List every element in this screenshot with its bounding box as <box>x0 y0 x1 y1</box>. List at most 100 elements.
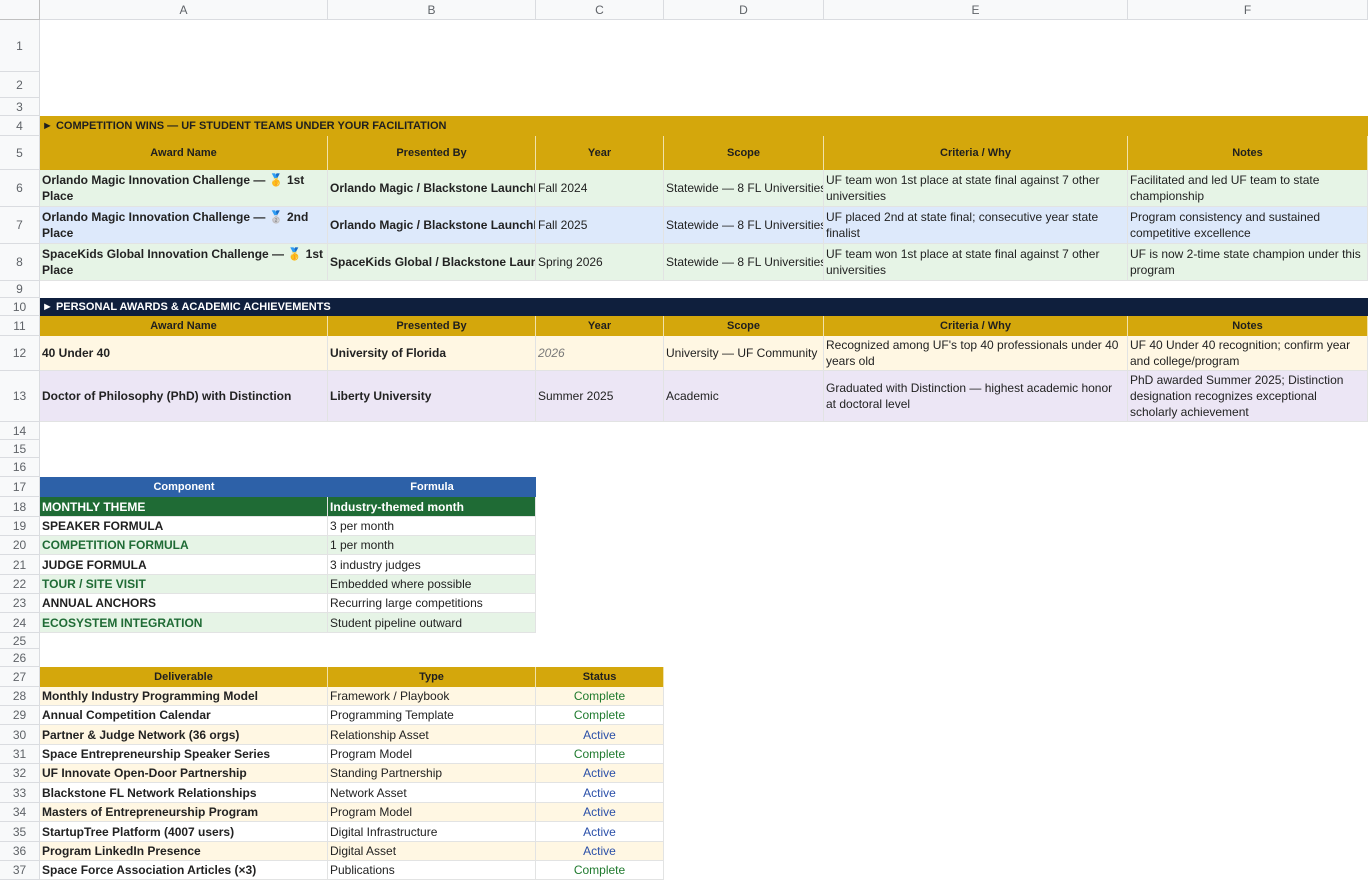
row-header-1[interactable]: 1 <box>0 20 40 72</box>
competition-cell[interactable]: Fall 2025 <box>536 207 664 244</box>
formula-cell[interactable]: MONTHLY THEME <box>40 497 328 517</box>
competition-cell[interactable]: Orlando Magic / Blackstone LaunchPad <box>328 207 536 244</box>
status-cell[interactable]: Active <box>536 842 664 861</box>
competition-cell[interactable]: Statewide — 8 FL Universities <box>664 207 824 244</box>
row-header-25[interactable]: 25 <box>0 633 40 649</box>
competition-cell[interactable]: Fall 2024 <box>536 170 664 207</box>
competition-cell[interactable]: Program consistency and sustained compet… <box>1128 207 1368 244</box>
row-header-10[interactable]: 10 <box>0 298 40 316</box>
deliverable-cell[interactable]: Standing Partnership <box>328 764 536 783</box>
competition-cell[interactable]: Orlando Magic / Blackstone LaunchPad <box>328 170 536 207</box>
competition-cell[interactable]: Orlando Magic Innovation Challenge — 🥈 2… <box>40 207 328 244</box>
row-header-30[interactable]: 30 <box>0 725 40 745</box>
competition-cell[interactable]: UF team won 1st place at state final aga… <box>824 170 1128 207</box>
deliverable-cell[interactable]: Space Force Association Articles (×3) <box>40 861 328 880</box>
formula-cell[interactable]: Industry-themed month <box>328 497 536 517</box>
competition-cell[interactable]: SpaceKids Global / Blackstone LaunchPad <box>328 244 536 281</box>
formula-cell[interactable]: 3 per month <box>328 517 536 536</box>
deliverable-cell[interactable]: Annual Competition Calendar <box>40 706 328 725</box>
row-header-34[interactable]: 34 <box>0 803 40 822</box>
competition-cell[interactable]: UF placed 2nd at state final; consecutiv… <box>824 207 1128 244</box>
deliverable-cell[interactable]: StartupTree Platform (4007 users) <box>40 822 328 842</box>
competition-cell[interactable]: UF team won 1st place at state final aga… <box>824 244 1128 281</box>
row-header-7[interactable]: 7 <box>0 207 40 244</box>
row-header-35[interactable]: 35 <box>0 822 40 842</box>
status-cell[interactable]: Complete <box>536 745 664 764</box>
row-header-6[interactable]: 6 <box>0 170 40 207</box>
column-header-d[interactable]: D <box>664 0 824 20</box>
row-header-5[interactable]: 5 <box>0 136 40 170</box>
deliverable-cell[interactable]: Space Entrepreneurship Speaker Series <box>40 745 328 764</box>
deliverable-cell[interactable]: Digital Infrastructure <box>328 822 536 842</box>
row-header-16[interactable]: 16 <box>0 458 40 477</box>
personal-cell[interactable]: Graduated with Distinction — highest aca… <box>824 371 1128 422</box>
row-header-28[interactable]: 28 <box>0 687 40 706</box>
row-header-3[interactable]: 3 <box>0 98 40 116</box>
column-header-a[interactable]: A <box>40 0 328 20</box>
personal-cell[interactable]: 2026 <box>536 336 664 371</box>
row-header-17[interactable]: 17 <box>0 477 40 497</box>
personal-cell[interactable]: Academic <box>664 371 824 422</box>
formula-cell[interactable]: JUDGE FORMULA <box>40 555 328 575</box>
row-header-29[interactable]: 29 <box>0 706 40 725</box>
status-cell[interactable]: Active <box>536 725 664 745</box>
row-header-33[interactable]: 33 <box>0 783 40 803</box>
deliverable-cell[interactable]: Partner & Judge Network (36 orgs) <box>40 725 328 745</box>
deliverable-cell[interactable]: Blackstone FL Network Relationships <box>40 783 328 803</box>
status-cell[interactable]: Active <box>536 822 664 842</box>
competition-cell[interactable]: SpaceKids Global Innovation Challenge — … <box>40 244 328 281</box>
row-header-37[interactable]: 37 <box>0 861 40 880</box>
personal-cell[interactable]: PhD awarded Summer 2025; Distinction des… <box>1128 371 1368 422</box>
deliverable-cell[interactable]: Program LinkedIn Presence <box>40 842 328 861</box>
deliverable-cell[interactable]: Program Model <box>328 803 536 822</box>
deliverable-cell[interactable]: Monthly Industry Programming Model <box>40 687 328 706</box>
personal-cell[interactable]: Summer 2025 <box>536 371 664 422</box>
row-header-2[interactable]: 2 <box>0 72 40 98</box>
row-header-19[interactable]: 19 <box>0 517 40 536</box>
formula-cell[interactable]: 1 per month <box>328 536 536 555</box>
personal-cell[interactable]: UF 40 Under 40 recognition; confirm year… <box>1128 336 1368 371</box>
formula-cell[interactable]: Recurring large competitions <box>328 594 536 613</box>
row-header-20[interactable]: 20 <box>0 536 40 555</box>
competition-cell[interactable]: Facilitated and led UF team to state cha… <box>1128 170 1368 207</box>
personal-cell[interactable]: University — UF Community <box>664 336 824 371</box>
column-header-f[interactable]: F <box>1128 0 1368 20</box>
row-header-27[interactable]: 27 <box>0 667 40 687</box>
row-header-15[interactable]: 15 <box>0 440 40 458</box>
formula-cell[interactable]: ECOSYSTEM INTEGRATION <box>40 613 328 633</box>
status-cell[interactable]: Complete <box>536 861 664 880</box>
row-header-24[interactable]: 24 <box>0 613 40 633</box>
personal-cell[interactable]: Doctor of Philosophy (PhD) with Distinct… <box>40 371 328 422</box>
row-header-8[interactable]: 8 <box>0 244 40 281</box>
competition-cell[interactable]: Orlando Magic Innovation Challenge — 🥇 1… <box>40 170 328 207</box>
deliverable-cell[interactable]: Network Asset <box>328 783 536 803</box>
deliverable-cell[interactable]: Digital Asset <box>328 842 536 861</box>
formula-cell[interactable]: Embedded where possible <box>328 575 536 594</box>
formula-cell[interactable]: Student pipeline outward <box>328 613 536 633</box>
row-header-21[interactable]: 21 <box>0 555 40 575</box>
row-header-9[interactable]: 9 <box>0 281 40 298</box>
formula-cell[interactable]: ANNUAL ANCHORS <box>40 594 328 613</box>
competition-cell[interactable]: UF is now 2-time state champion under th… <box>1128 244 1368 281</box>
status-cell[interactable]: Active <box>536 803 664 822</box>
status-cell[interactable]: Complete <box>536 687 664 706</box>
select-all-corner[interactable] <box>0 0 40 20</box>
row-header-18[interactable]: 18 <box>0 497 40 517</box>
personal-cell[interactable]: University of Florida <box>328 336 536 371</box>
row-header-14[interactable]: 14 <box>0 422 40 440</box>
column-header-b[interactable]: B <box>328 0 536 20</box>
row-header-23[interactable]: 23 <box>0 594 40 613</box>
competition-cell[interactable]: Statewide — 8 FL Universities <box>664 170 824 207</box>
deliverable-cell[interactable]: Framework / Playbook <box>328 687 536 706</box>
competition-cell[interactable]: Statewide — 8 FL Universities <box>664 244 824 281</box>
row-header-22[interactable]: 22 <box>0 575 40 594</box>
row-header-11[interactable]: 11 <box>0 316 40 336</box>
formula-cell[interactable]: 3 industry judges <box>328 555 536 575</box>
formula-cell[interactable]: TOUR / SITE VISIT <box>40 575 328 594</box>
deliverable-cell[interactable]: Program Model <box>328 745 536 764</box>
formula-cell[interactable]: SPEAKER FORMULA <box>40 517 328 536</box>
section-title-competition[interactable]: ► COMPETITION WINS — UF STUDENT TEAMS UN… <box>40 116 1368 136</box>
deliverable-cell[interactable]: Publications <box>328 861 536 880</box>
competition-cell[interactable]: Spring 2026 <box>536 244 664 281</box>
row-header-26[interactable]: 26 <box>0 649 40 667</box>
